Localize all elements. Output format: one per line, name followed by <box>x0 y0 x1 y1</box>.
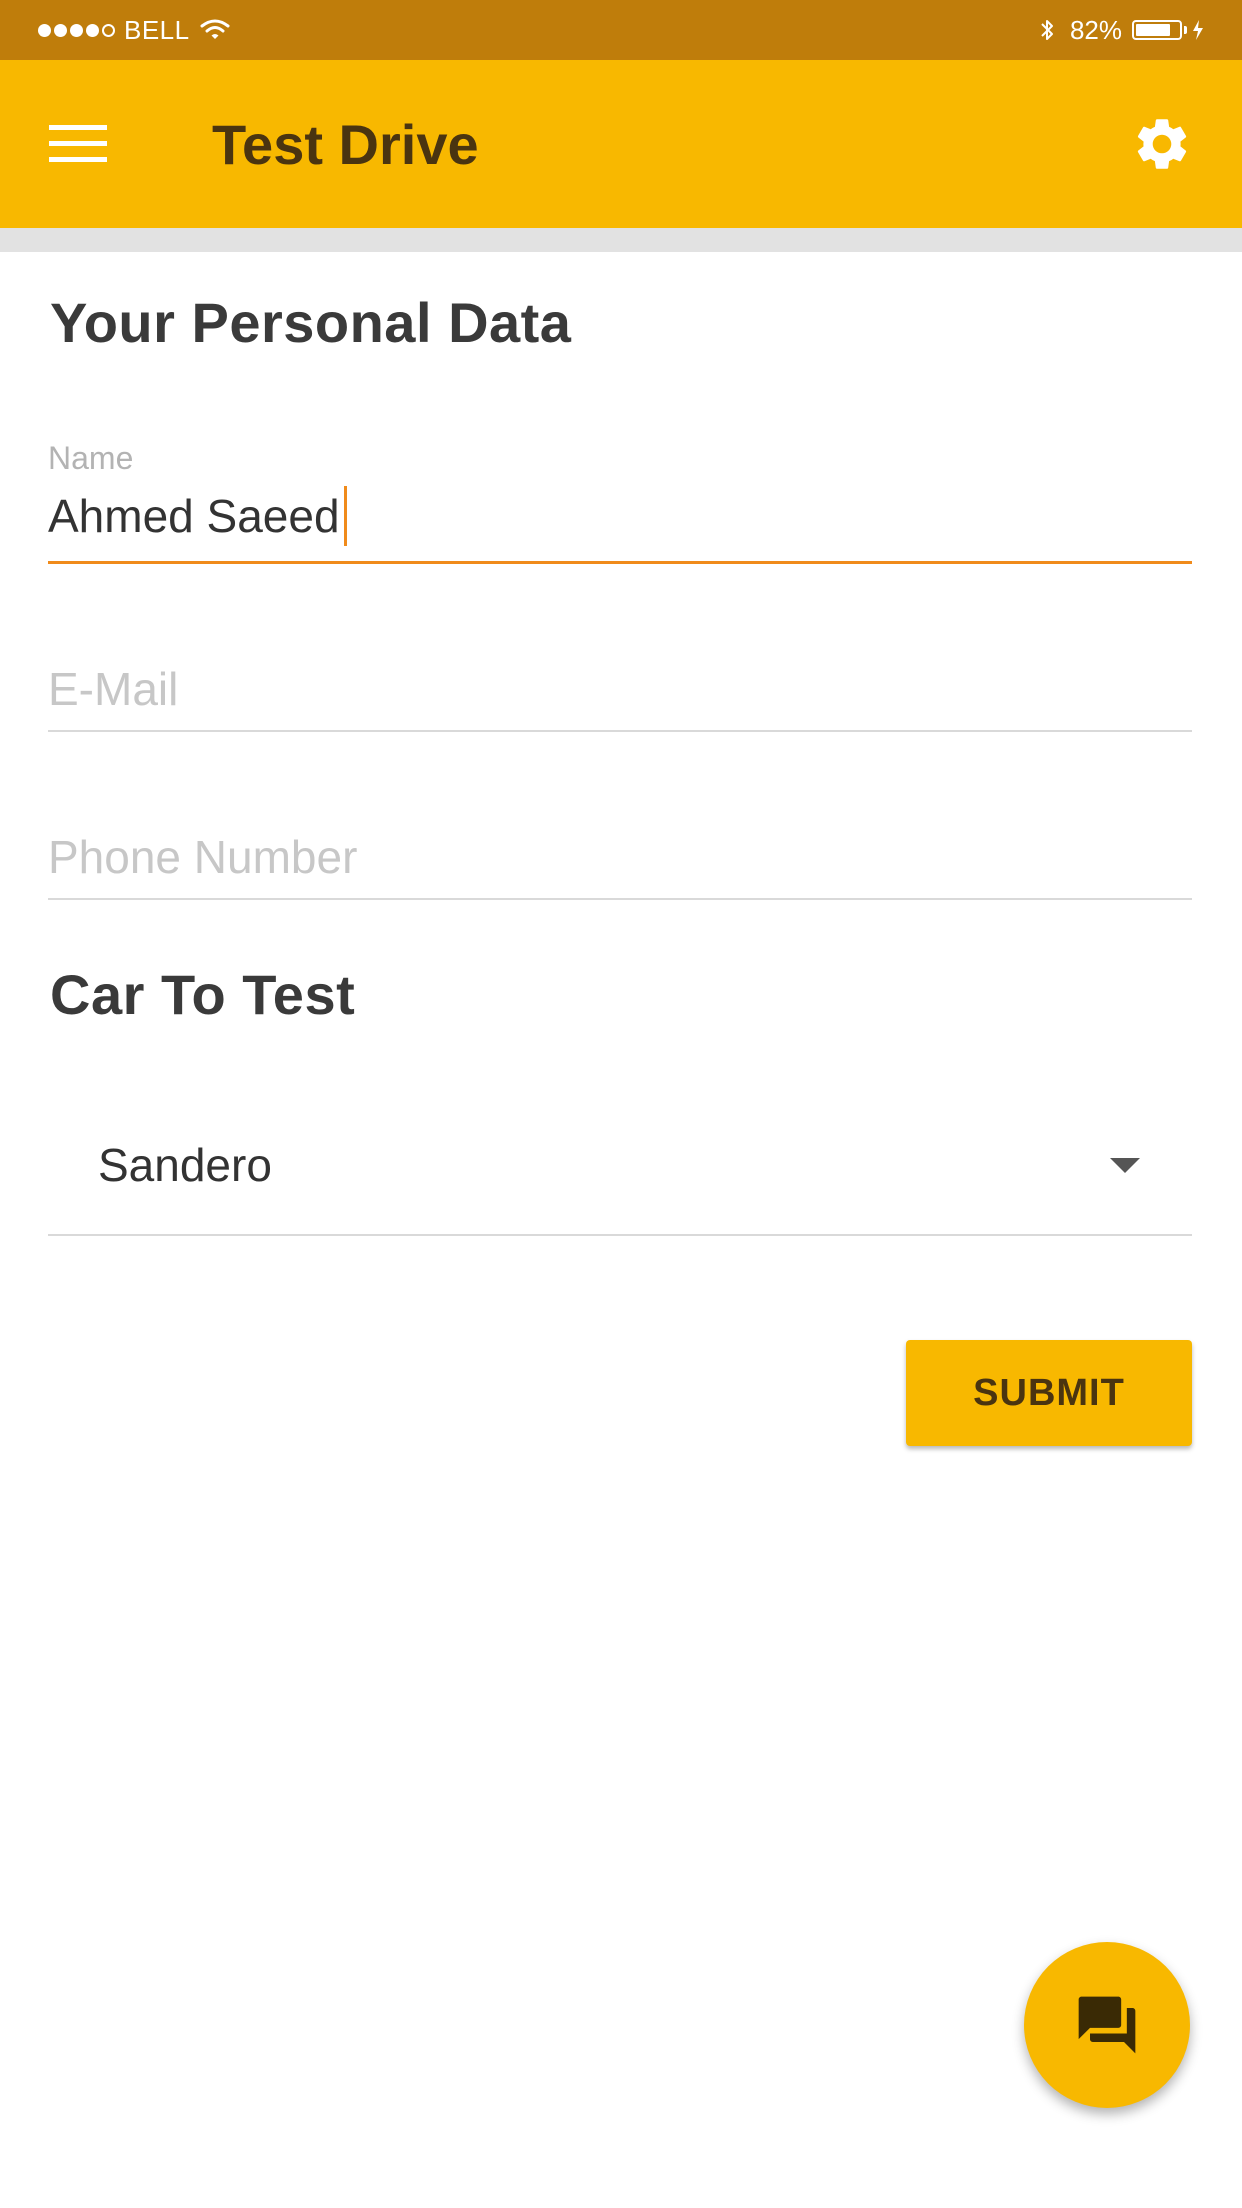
wifi-icon <box>200 19 230 41</box>
settings-button[interactable] <box>1122 104 1202 184</box>
signal-dot <box>70 23 83 37</box>
car-select-underline <box>48 1234 1192 1236</box>
battery-percentage: 82% <box>1069 14 1122 45</box>
battery-icon <box>1132 20 1182 40</box>
status-bar: BELL 82% <box>0 0 1242 60</box>
name-field-value: Ahmed Saeed <box>48 490 340 542</box>
name-field-label: Name <box>48 440 134 476</box>
menu-icon <box>49 125 107 162</box>
page-title: Test Drive <box>212 112 479 176</box>
section-title-personal-data: Your Personal Data <box>50 291 572 354</box>
app-bar: Test Drive <box>0 60 1242 228</box>
name-field[interactable]: Name Ahmed Saeed <box>48 440 1192 564</box>
phone-field-underline <box>48 898 1192 900</box>
charging-bolt-icon <box>1192 20 1204 40</box>
section-title-car-to-test: Car To Test <box>50 963 356 1026</box>
car-select-value: Sandero <box>98 1139 272 1191</box>
email-field-underline <box>48 730 1192 732</box>
dropdown-arrow-icon <box>1110 1158 1140 1173</box>
phone-field[interactable]: Phone Number <box>48 788 1192 900</box>
email-field[interactable]: E-Mail <box>48 620 1192 732</box>
status-left: BELL <box>38 0 230 60</box>
signal-dot <box>54 23 67 37</box>
gear-icon <box>1137 119 1187 169</box>
battery-fill <box>1136 24 1171 36</box>
signal-dot-empty <box>102 23 115 37</box>
car-select-dropdown[interactable]: Sandero <box>48 1100 1192 1236</box>
phone-field-placeholder: Phone Number <box>48 831 358 883</box>
email-field-placeholder: E-Mail <box>48 663 179 715</box>
carrier-name: BELL <box>124 14 190 45</box>
signal-dot <box>38 23 51 37</box>
status-right: 82% <box>1040 0 1204 60</box>
chat-fab-button[interactable] <box>1024 1942 1190 2108</box>
submit-button[interactable]: SUBMIT <box>906 1340 1192 1446</box>
text-cursor <box>343 486 347 546</box>
battery-tip <box>1184 26 1187 34</box>
name-field-underline <box>48 561 1192 564</box>
signal-dot <box>86 23 99 37</box>
menu-button[interactable] <box>38 108 118 180</box>
app-bar-shadow <box>0 228 1242 252</box>
chat-icon <box>1078 1996 1136 2054</box>
bluetooth-icon <box>1040 18 1054 42</box>
name-field-value-wrap: Ahmed Saeed <box>48 486 347 546</box>
